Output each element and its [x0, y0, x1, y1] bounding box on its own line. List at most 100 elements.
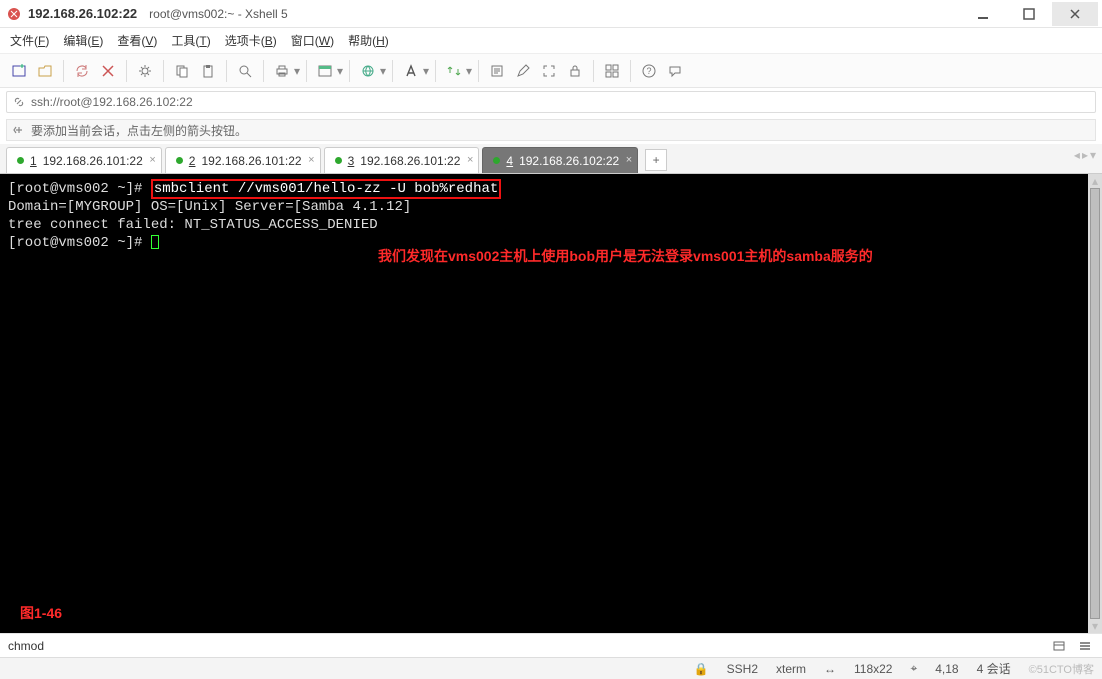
tab-label: 192.168.26.101:22 [360, 154, 460, 168]
menu-b[interactable]: 选项卡(B) [225, 32, 277, 49]
status-bar: 🔒 SSH2 xterm ↔ 118x22 ⌖ 4,18 4 会话 ©51CTO… [0, 657, 1102, 679]
toolbar-separator [126, 60, 127, 82]
tab-bar: 1 192.168.26.101:22×2 192.168.26.101:22×… [0, 144, 1102, 174]
address-field[interactable]: ssh://root@192.168.26.102:22 [6, 91, 1096, 113]
session-tab[interactable]: 3 192.168.26.101:22 × [324, 147, 480, 173]
status-term: xterm [776, 662, 806, 676]
fullscreen-icon[interactable] [538, 60, 560, 82]
tab-close-icon[interactable]: × [308, 154, 314, 166]
compose-text[interactable]: chmod [8, 639, 44, 653]
script-icon[interactable] [486, 60, 508, 82]
disconnect-icon[interactable] [97, 60, 119, 82]
session-tab[interactable]: 2 192.168.26.101:22× [165, 147, 321, 173]
svg-text:?: ? [646, 66, 651, 76]
tab-label: 192.168.26.102:22 [519, 154, 619, 168]
cursor-icon [151, 235, 159, 249]
compose-icon[interactable] [512, 60, 534, 82]
compose-target-icon[interactable] [1050, 637, 1068, 655]
compose-menu-icon[interactable] [1076, 637, 1094, 655]
tab-scroll-left-icon[interactable]: ◂ [1074, 148, 1080, 162]
tab-close-icon[interactable]: × [149, 154, 155, 166]
scroll-down-icon[interactable]: ▾ [1088, 619, 1102, 633]
dropdown-arrow-icon[interactable]: ▾ [293, 60, 301, 82]
window-title: 192.168.26.102:22 [28, 6, 137, 21]
session-tab[interactable]: 4 192.168.26.102:22× [482, 147, 638, 173]
title-bar: 192.168.26.102:22 root@vms002:~ - Xshell… [0, 0, 1102, 28]
prompt: [root@vms002 ~]# [8, 181, 151, 197]
tile-icon[interactable] [601, 60, 623, 82]
properties-icon[interactable] [134, 60, 156, 82]
session-tab[interactable]: 1 192.168.26.101:22× [6, 147, 162, 173]
copy-icon[interactable] [171, 60, 193, 82]
font-icon[interactable] [400, 60, 422, 82]
info-field: 要添加当前会话，点击左侧的箭头按钮。 [6, 119, 1096, 141]
dropdown-arrow-icon[interactable]: ▾ [465, 60, 473, 82]
close-button[interactable] [1052, 2, 1098, 26]
menu-bar: 文件(F) 编辑(E) 查看(V) 工具(T) 选项卡(B) 窗口(W) 帮助(H) [0, 28, 1102, 54]
encoding-icon[interactable] [357, 60, 379, 82]
tab-scroll-right-icon[interactable]: ▸ [1082, 148, 1088, 162]
toolbar-separator [226, 60, 227, 82]
new-tab-button[interactable]: + [645, 149, 667, 171]
watermark: ©51CTO博客 [1029, 661, 1094, 677]
caret-pos-icon: ⌖ [910, 661, 917, 676]
status-dot-icon [493, 157, 500, 164]
scroll-thumb[interactable] [1090, 188, 1100, 619]
status-position: 4,18 [935, 662, 958, 676]
scroll-track[interactable] [1088, 188, 1102, 619]
menu-w[interactable]: 窗口(W) [291, 32, 334, 49]
address-bar: ssh://root@192.168.26.102:22 [0, 88, 1102, 116]
toolbar-separator [392, 60, 393, 82]
terminal-output-line: Domain=[MYGROUP] OS=[Unix] Server=[Samba… [8, 199, 411, 215]
link-icon [13, 96, 25, 108]
tab-number: 1 [30, 154, 37, 168]
minimize-button[interactable] [960, 2, 1006, 26]
tab-nav: ◂ ▸ ▾ [1074, 148, 1096, 162]
app-icon [6, 6, 22, 22]
terminal[interactable]: [root@vms002 ~]# smbclient //vms001/hell… [0, 174, 1088, 633]
open-session-icon[interactable] [34, 60, 56, 82]
toolbar-separator [349, 60, 350, 82]
toolbar-separator [306, 60, 307, 82]
tab-close-icon[interactable]: × [626, 154, 632, 166]
highlighted-command: smbclient //vms001/hello-zz -U bob%redha… [151, 179, 501, 199]
toolbar-separator [163, 60, 164, 82]
help-icon[interactable]: ? [638, 60, 660, 82]
compose-bar: chmod [0, 633, 1102, 657]
reconnect-icon[interactable] [71, 60, 93, 82]
new-session-icon[interactable] [8, 60, 30, 82]
paste-icon[interactable] [197, 60, 219, 82]
tab-number: 3 [348, 154, 355, 168]
scroll-up-icon[interactable]: ▴ [1088, 174, 1102, 188]
menu-e[interactable]: 编辑(E) [63, 32, 103, 49]
maximize-button[interactable] [1006, 2, 1052, 26]
lock-icon: 🔒 [694, 662, 709, 676]
transfer-icon[interactable] [443, 60, 465, 82]
info-arrow-icon[interactable] [13, 124, 25, 136]
menu-t[interactable]: 工具(T) [171, 32, 210, 49]
dropdown-arrow-icon[interactable]: ▾ [379, 60, 387, 82]
figure-label: 图1-46 [20, 603, 62, 623]
tab-list-icon[interactable]: ▾ [1090, 148, 1096, 162]
menu-f[interactable]: 文件(F) [10, 32, 49, 49]
menu-v[interactable]: 查看(V) [117, 32, 157, 49]
dropdown-arrow-icon[interactable]: ▾ [422, 60, 430, 82]
toolbar: ▾ ▾ ▾ ▾ ▾? [0, 54, 1102, 88]
toolbar-separator [593, 60, 594, 82]
lock-icon[interactable] [564, 60, 586, 82]
status-dot-icon [17, 157, 24, 164]
print-icon[interactable] [271, 60, 293, 82]
dropdown-arrow-icon[interactable]: ▾ [336, 60, 344, 82]
resize-icon: ↔ [824, 662, 836, 676]
info-text: 要添加当前会话，点击左侧的箭头按钮。 [31, 122, 247, 139]
color-scheme-icon[interactable] [314, 60, 336, 82]
chat-icon[interactable] [664, 60, 686, 82]
prompt: [root@vms002 ~]# [8, 235, 151, 251]
tab-close-icon[interactable]: × [467, 154, 473, 166]
find-icon[interactable] [234, 60, 256, 82]
status-protocol: SSH2 [727, 662, 758, 676]
window-subtitle: root@vms002:~ - Xshell 5 [149, 7, 288, 21]
toolbar-separator [478, 60, 479, 82]
menu-h[interactable]: 帮助(H) [348, 32, 389, 49]
vertical-scrollbar[interactable]: ▴ ▾ [1088, 174, 1102, 633]
